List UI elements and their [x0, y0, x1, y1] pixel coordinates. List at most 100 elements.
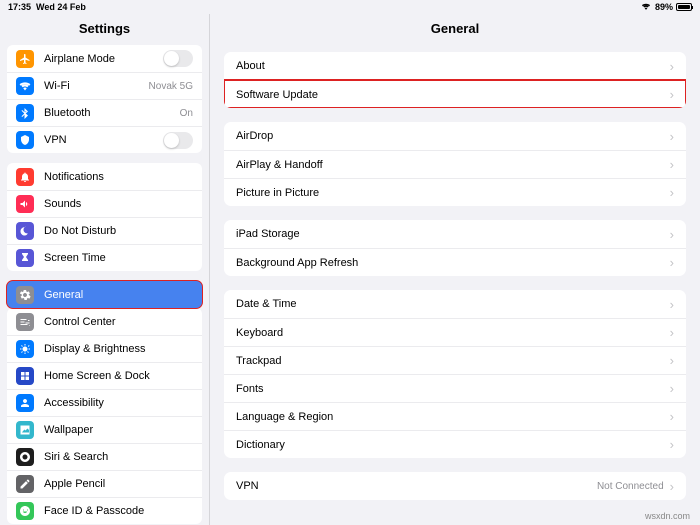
detail-group-5: VPNNot Connected› [224, 472, 686, 500]
detail-row-dictionary[interactable]: Dictionary› [224, 430, 686, 458]
gear-icon [16, 286, 34, 304]
row-label: Bluetooth [44, 107, 180, 119]
detail-row-softwareupdate[interactable]: Software Update› [224, 80, 686, 108]
bluetooth-icon [16, 104, 34, 122]
sidebar-title: Settings [0, 14, 209, 45]
row-label: Screen Time [44, 252, 193, 264]
sidebar-item-bluetooth[interactable]: BluetoothOn [7, 99, 202, 126]
detail-row-language[interactable]: Language & Region› [224, 402, 686, 430]
detail-group-2: AirDrop›AirPlay & Handoff›Picture in Pic… [224, 122, 686, 206]
row-label: Trackpad [236, 355, 670, 367]
row-label: Notifications [44, 171, 193, 183]
pencil-icon [16, 475, 34, 493]
row-label: About [236, 60, 670, 72]
row-label: Wallpaper [44, 424, 193, 436]
airplane-icon [16, 50, 34, 68]
detail-row-storage[interactable]: iPad Storage› [224, 220, 686, 248]
chevron-right-icon: › [670, 255, 674, 270]
wifi-icon [640, 2, 652, 13]
row-label: Picture in Picture [236, 187, 670, 199]
detail-row-airplay[interactable]: AirPlay & Handoff› [224, 150, 686, 178]
sun-icon [16, 340, 34, 358]
detail-group-4: Date & Time›Keyboard›Trackpad›Fonts›Lang… [224, 290, 686, 458]
sidebar-item-notifications[interactable]: Notifications [7, 163, 202, 190]
chevron-right-icon: › [670, 157, 674, 172]
chevron-right-icon: › [670, 325, 674, 340]
sliders-icon [16, 313, 34, 331]
toggle[interactable] [163, 50, 193, 67]
row-label: Apple Pencil [44, 478, 193, 490]
chevron-right-icon: › [670, 409, 674, 424]
sidebar-item-wallpaper[interactable]: Wallpaper [7, 416, 202, 443]
row-label: Software Update [236, 89, 670, 101]
row-value: Novak 5G [149, 81, 193, 92]
sidebar-item-pencil[interactable]: Apple Pencil [7, 470, 202, 497]
sidebar-item-faceid[interactable]: Face ID & Passcode [7, 497, 202, 524]
row-label: General [44, 289, 193, 301]
toggle[interactable] [163, 132, 193, 149]
detail-row-datetime[interactable]: Date & Time› [224, 290, 686, 318]
detail-row-about[interactable]: About› [224, 52, 686, 80]
sidebar-group-1: Airplane ModeWi-FiNovak 5GBluetoothOnVPN [7, 45, 202, 153]
row-label: Airplane Mode [44, 53, 163, 65]
sidebar-group-2: Notifications Sounds Do Not Disturb Screen … [7, 163, 202, 271]
chevron-right-icon: › [670, 59, 674, 74]
row-label: Face ID & Passcode [44, 505, 193, 517]
sidebar-item-siri[interactable]: Siri & Search [7, 443, 202, 470]
sidebar-item-vpn[interactable]: VPN [7, 126, 202, 153]
wifi-icon [16, 77, 34, 95]
row-label: VPN [236, 480, 597, 492]
detail-row-fonts[interactable]: Fonts› [224, 374, 686, 402]
sidebar-group-3b: Control Center Display & Brightness Home S… [7, 308, 202, 524]
sidebar-item-sounds[interactable]: Sounds [7, 190, 202, 217]
status-date: Wed 24 Feb [36, 2, 86, 12]
sidebar-item-airplane[interactable]: Airplane Mode [7, 45, 202, 72]
grid-icon [16, 367, 34, 385]
row-label: Do Not Disturb [44, 225, 193, 237]
sound-icon [16, 195, 34, 213]
chevron-right-icon: › [670, 227, 674, 242]
chevron-right-icon: › [670, 437, 674, 452]
row-label: Language & Region [236, 411, 670, 423]
sidebar-item-dnd[interactable]: Do Not Disturb [7, 217, 202, 244]
sidebar-item-accessibility[interactable]: Accessibility [7, 389, 202, 416]
chevron-right-icon: › [670, 87, 674, 102]
sidebar-item-homescreen[interactable]: Home Screen & Dock [7, 362, 202, 389]
battery-icon [676, 3, 692, 11]
row-value: On [180, 108, 193, 119]
chevron-right-icon: › [670, 479, 674, 494]
detail-row-refresh[interactable]: Background App Refresh› [224, 248, 686, 276]
row-label: Home Screen & Dock [44, 370, 193, 382]
detail-group-1: About›Software Update› [224, 52, 686, 108]
row-label: Sounds [44, 198, 193, 210]
row-label: Accessibility [44, 397, 193, 409]
row-label: AirDrop [236, 130, 670, 142]
detail-row-trackpad[interactable]: Trackpad› [224, 346, 686, 374]
watermark: wsxdn.com [645, 511, 690, 521]
chevron-right-icon: › [670, 185, 674, 200]
hourglass-icon [16, 249, 34, 267]
bell-icon [16, 168, 34, 186]
status-time: 17:35 [8, 2, 31, 12]
sidebar-item-screentime[interactable]: Screen Time [7, 244, 202, 271]
sidebar: Settings Airplane ModeWi-FiNovak 5GBluet… [0, 14, 210, 525]
vpn-icon [16, 131, 34, 149]
row-label: Wi-Fi [44, 80, 149, 92]
detail-row-airdrop[interactable]: AirDrop› [224, 122, 686, 150]
sidebar-item-display[interactable]: Display & Brightness [7, 335, 202, 362]
sidebar-group-3: General [7, 281, 202, 308]
row-label: Siri & Search [44, 451, 193, 463]
sidebar-item-general[interactable]: General [7, 281, 202, 308]
circle-icon [16, 448, 34, 466]
row-label: Display & Brightness [44, 343, 193, 355]
row-label: Fonts [236, 383, 670, 395]
face-icon [16, 502, 34, 520]
detail-row-keyboard[interactable]: Keyboard› [224, 318, 686, 346]
row-label: Date & Time [236, 298, 670, 310]
detail-row-pip[interactable]: Picture in Picture› [224, 178, 686, 206]
detail-title: General [224, 14, 686, 52]
detail-row-vpn[interactable]: VPNNot Connected› [224, 472, 686, 500]
moon-icon [16, 222, 34, 240]
sidebar-item-controlcenter[interactable]: Control Center [7, 308, 202, 335]
sidebar-item-wifi[interactable]: Wi-FiNovak 5G [7, 72, 202, 99]
